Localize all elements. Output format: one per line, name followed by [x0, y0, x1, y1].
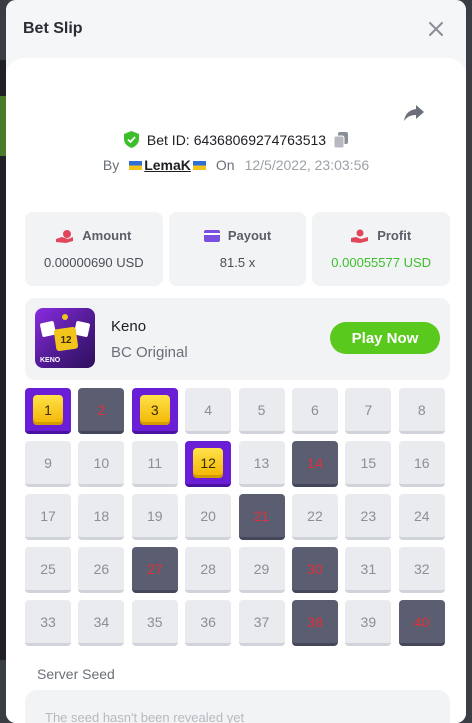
keno-cell: 40 [398, 600, 445, 646]
keno-cell: 12 [185, 441, 232, 487]
keno-cell: 8 [398, 388, 445, 434]
keno-cell: 14 [291, 441, 338, 487]
stat-value: 0.00000690 USD [43, 255, 144, 270]
stat-label: Profit [377, 228, 412, 243]
keno-cell: 29 [238, 547, 285, 593]
keno-cell: 26 [78, 547, 125, 593]
keno-cell: 36 [185, 600, 232, 646]
bet-id-value: 64368069274763513 [193, 131, 327, 148]
game-name: Keno [111, 318, 147, 335]
keno-cell: 24 [398, 494, 445, 540]
keno-cell: 4 [185, 388, 232, 434]
modal-title: Bet Slip [23, 20, 83, 37]
bet-id-row: Bet ID: 64368069274763513 [6, 131, 466, 148]
keno-cell: 28 [185, 547, 232, 593]
keno-cell: 18 [78, 494, 125, 540]
thumb-label: KENO [40, 357, 61, 364]
hand-coins-icon [351, 229, 369, 243]
keno-cell: 34 [78, 600, 125, 646]
server-seed-label: Server Seed [37, 666, 115, 682]
keno-cell: 10 [78, 441, 125, 487]
card-icon [203, 229, 220, 242]
bet-slip-content: Bet ID: 64368069274763513 By LemaK On 12… [6, 58, 466, 723]
keno-dice-icon: 12 KENO [40, 314, 90, 364]
keno-cell: 27 [131, 547, 178, 593]
stat-label: Amount [82, 228, 132, 243]
keno-cell: 38 [291, 600, 338, 646]
keno-cell: 30 [291, 547, 338, 593]
server-seed-field: The seed hasn't been revealed yet [25, 690, 450, 723]
thumb-tile-number: 12 [60, 335, 72, 346]
keno-hit-tile: 1 [33, 394, 63, 425]
keno-cell: 25 [25, 547, 71, 593]
keno-cell: 17 [25, 494, 71, 540]
keno-cell: 16 [398, 441, 445, 487]
keno-cell: 31 [345, 547, 392, 593]
stat-payout: Payout 81.5 x [168, 212, 307, 286]
keno-cell: 7 [345, 388, 392, 434]
bet-slip-modal: Bet Slip Bet ID: 64368069274763513 By Le… [6, 0, 466, 723]
bet-meta-row: By LemaK On 12/5/2022, 23:03:56 [6, 157, 466, 173]
game-subtitle: BC Original [111, 344, 188, 361]
keno-cell: 35 [131, 600, 178, 646]
close-button[interactable] [424, 17, 448, 41]
keno-cell: 19 [131, 494, 178, 540]
stat-profit: Profit 0.00055577 USD [312, 212, 451, 286]
on-label: On [215, 157, 235, 173]
keno-hit-tile: 3 [139, 394, 170, 425]
keno-cell: 13 [238, 441, 285, 487]
username: LemaK [144, 157, 191, 173]
keno-cell: 20 [185, 494, 232, 540]
game-card: 12 KENO Keno BC Original Play Now [25, 298, 450, 380]
keno-grid: 1 2 3 4 5 6 7 8 9 10 11 12 13 14 15 16 17 18 19 20 21 22 23 24 2… [25, 388, 445, 646]
keno-cell: 23 [345, 494, 392, 540]
stat-value: 81.5 x [219, 255, 256, 270]
keno-cell: 33 [25, 600, 71, 646]
keno-cell: 6 [291, 388, 338, 434]
keno-cell: 1 [25, 388, 71, 434]
keno-cell: 37 [238, 600, 285, 646]
keno-cell: 9 [25, 441, 71, 487]
keno-cell: 22 [291, 494, 338, 540]
modal-header: Bet Slip [6, 0, 466, 58]
keno-cell: 11 [131, 441, 178, 487]
bet-id-label: Bet ID: [146, 131, 190, 148]
keno-cell: 21 [238, 494, 285, 540]
close-icon [429, 22, 443, 36]
keno-hit-tile: 12 [193, 447, 224, 478]
user-link[interactable]: LemaK [129, 157, 206, 173]
copy-button[interactable] [334, 131, 349, 148]
stats-row: Amount 0.00000690 USD Payout 81.5 x Prof… [25, 212, 451, 286]
keno-cell: 2 [78, 388, 125, 434]
by-label: By [102, 157, 120, 173]
keno-cell: 32 [398, 547, 445, 593]
coin-hand-icon [56, 229, 74, 243]
stat-amount: Amount 0.00000690 USD [25, 212, 163, 286]
keno-cell: 3 [131, 388, 178, 434]
keno-cell: 39 [345, 600, 392, 646]
play-now-button[interactable]: Play Now [330, 322, 440, 354]
stat-value: 0.00055577 USD [331, 255, 432, 270]
share-icon [404, 105, 424, 121]
copy-icon [334, 131, 349, 148]
keno-cell: 15 [345, 441, 392, 487]
share-button[interactable] [402, 100, 426, 124]
bet-date: 12/5/2022, 23:03:56 [244, 157, 370, 173]
keno-thumbnail[interactable]: 12 KENO [35, 308, 95, 368]
stat-label: Payout [227, 228, 272, 243]
flag-icon [192, 160, 206, 170]
keno-cell: 5 [238, 388, 285, 434]
shield-check-icon [123, 131, 139, 148]
flag-icon [129, 160, 143, 170]
